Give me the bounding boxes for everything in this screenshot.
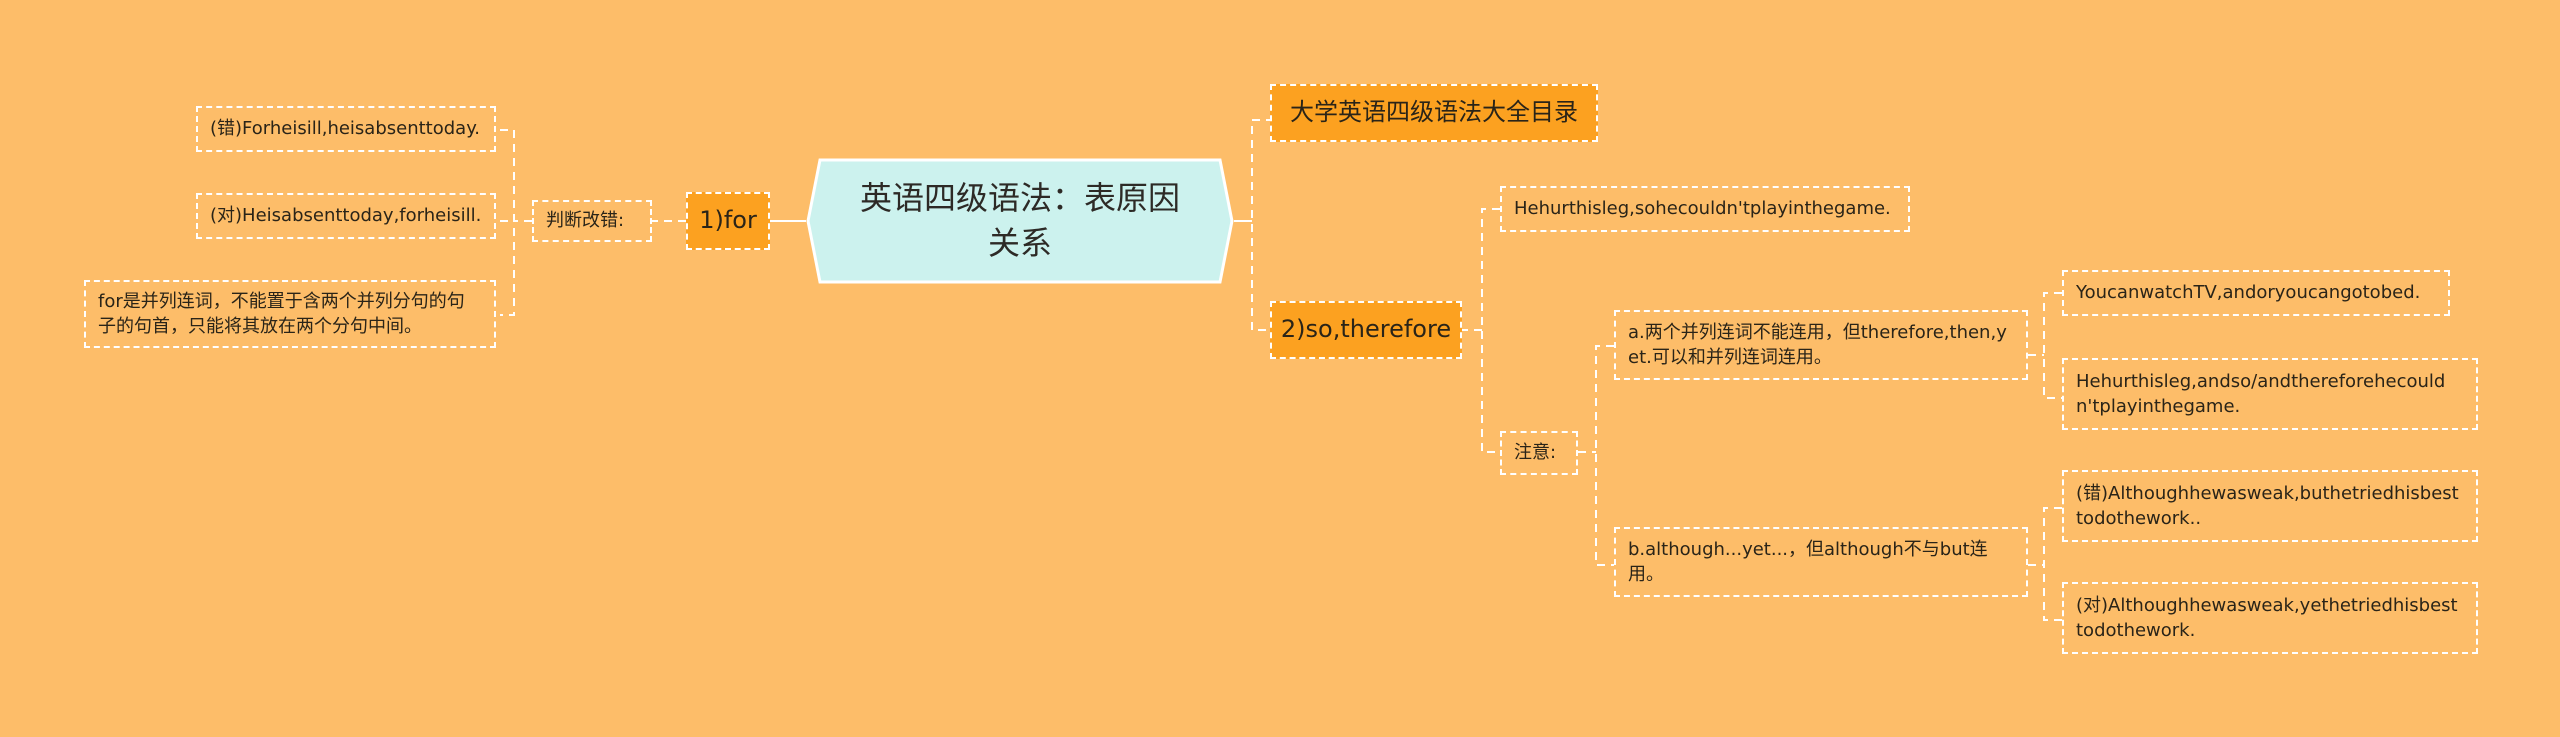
point-a-example-1[interactable]: YoucanwatchTV,andoryoucangotobed. [2062, 270, 2450, 316]
point-b-example-wrong-label: (错)Althoughhewasweak,buthetriedhisbestto… [2076, 482, 2459, 529]
leaf-right-example-label: (对)Heisabsenttoday,forheisill. [210, 205, 482, 227]
connector-point-b-bracket [2043, 507, 2062, 621]
connector-note-bracket [1595, 345, 1614, 566]
point-a-label: a.两个并列连词不能连用，但therefore,then,yet.可以和并列连词… [1628, 321, 2007, 368]
leaf-so-example[interactable]: Hehurthisleg,sohecouldn'tplayinthegame. [1500, 186, 1910, 232]
leaf-wrong-example[interactable]: (错)Forheisill,heisabsenttoday. [196, 106, 496, 152]
sub-note[interactable]: 注意: [1500, 431, 1578, 475]
sub-note-label: 注意: [1514, 442, 1557, 464]
connector-point-a-bracket [2043, 292, 2062, 399]
branch-contents-label: 大学英语四级语法大全目录 [1290, 98, 1578, 127]
point-a[interactable]: a.两个并列连词不能连用，但therefore,then,yet.可以和并列连词… [1614, 310, 2028, 380]
leaf-for-explanation[interactable]: for是并列连词，不能置于含两个并列分句的句子的句首，只能将其放在两个分句中间。 [84, 280, 496, 348]
point-a-example-2[interactable]: Hehurthisleg,andso/andtherefore​hecouldn… [2062, 358, 2478, 430]
point-b[interactable]: b.although...yet...，但although不与but连用。 [1614, 527, 2028, 597]
branch-so-therefore-label: 2)so,therefore [1280, 315, 1452, 344]
connector-sub-bracket [500, 129, 515, 316]
branch-for-label: 1)for [699, 206, 757, 235]
leaf-so-example-label: Hehurthisleg,sohecouldn'tplayinthegame. [1514, 198, 1891, 220]
root-title: 英语四级语法：表原因关系 [859, 179, 1180, 262]
point-b-label: b.although...yet...，但although不与but连用。 [1628, 538, 1988, 585]
branch-so-therefore[interactable]: 2)so,therefore [1270, 301, 1462, 359]
connector-root-right-bracket [1251, 119, 1270, 331]
branch-contents[interactable]: 大学英语四级语法大全目录 [1270, 84, 1598, 142]
point-a-example-2-label: Hehurthisleg,andso/andtherefore​hecouldn… [2076, 370, 2446, 417]
point-b-example-right[interactable]: (对)Althoughhewasweak,yethetriedhisbestto… [2062, 582, 2478, 654]
leaf-for-explanation-label: for是并列连词，不能置于含两个并列分句的句子的句首，只能将其放在两个分句中间。 [98, 290, 465, 337]
root-node[interactable]: 英语四级语法：表原因关系 [806, 158, 1234, 284]
branch-for[interactable]: 1)for [686, 192, 770, 250]
sub-judge-correct-label: 判断改错: [546, 210, 625, 232]
point-a-example-1-label: YoucanwatchTV,andoryoucangotobed. [2076, 282, 2421, 304]
leaf-right-example[interactable]: (对)Heisabsenttoday,forheisill. [196, 193, 496, 239]
leaf-wrong-example-label: (错)Forheisill,heisabsenttoday. [210, 118, 481, 140]
sub-judge-correct[interactable]: 判断改错: [532, 200, 652, 242]
point-b-example-right-label: (对)Althoughhewasweak,yethetriedhisbestto… [2076, 594, 2458, 641]
point-b-example-wrong[interactable]: (错)Althoughhewasweak,buthetriedhisbestto… [2062, 470, 2478, 542]
connector-branch2-bracket [1481, 208, 1500, 453]
